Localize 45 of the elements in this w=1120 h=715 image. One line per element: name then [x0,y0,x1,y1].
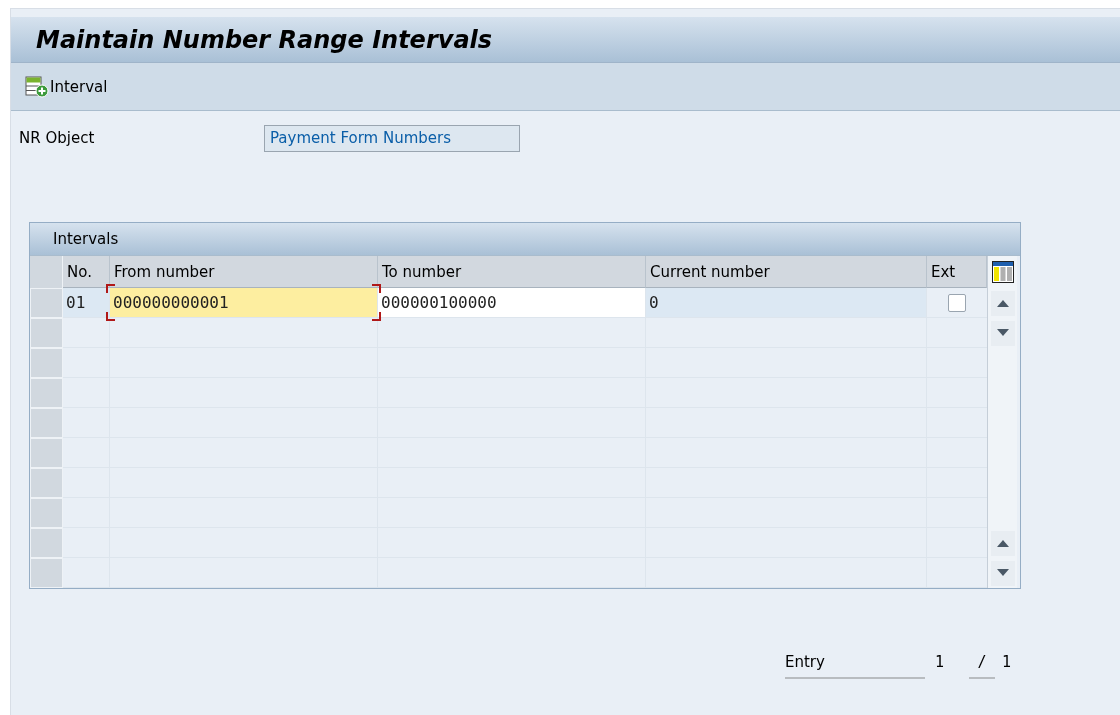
row-selector[interactable] [30,378,63,408]
entry-current: 1 [934,653,946,673]
empty-cell[interactable] [646,558,927,588]
checkbox[interactable] [948,293,966,312]
empty-cell[interactable] [378,318,646,348]
column-header[interactable]: To number [378,256,646,288]
entry-total: 1 [1001,653,1012,673]
scroll-up-button[interactable] [990,530,1015,556]
table-cell: 01 [63,288,110,318]
scroll-down-button[interactable] [990,560,1015,586]
row-selector[interactable] [30,498,63,528]
scroll-down-icon [996,329,1009,337]
scroll-down-icon [996,569,1009,577]
empty-cell[interactable] [378,558,646,588]
row-selector[interactable] [30,318,63,348]
scroll-down-button[interactable] [990,320,1015,346]
row-selector[interactable] [30,438,63,468]
input-field[interactable]: 000000100000 [378,288,646,318]
column-header[interactable]: No. [63,256,110,288]
row-selector[interactable] [30,348,63,378]
empty-cell[interactable] [110,558,378,588]
nr-object-field[interactable]: Payment Form Numbers [264,124,520,152]
column-header[interactable]: From number [110,256,378,288]
row-selector[interactable] [30,528,63,558]
column-settings-button[interactable] [987,256,1017,288]
window-title: Maintain Number Range Intervals [36,25,493,54]
empty-cell[interactable] [646,318,927,348]
table-title: Intervals [53,230,119,248]
scroll-up-icon [996,299,1009,307]
scroll-up-button[interactable] [990,290,1015,316]
table-add-icon [25,75,49,98]
row-selector[interactable] [30,558,63,588]
row-selector[interactable] [30,288,63,318]
column-header[interactable]: Ext [927,256,987,288]
empty-cell[interactable] [110,318,378,348]
field-label: NR Object [19,129,96,147]
table-cell: 0 [646,288,927,318]
add-interval-button[interactable]: Interval [23,73,110,100]
row-selector[interactable] [30,468,63,498]
entry-separator: / [969,653,995,679]
column-header[interactable]: Current number [646,256,927,288]
scroll-up-icon [996,539,1009,547]
entry-label: Entry [785,653,925,679]
columns-icon [991,261,1014,283]
row-selector[interactable] [30,408,63,438]
